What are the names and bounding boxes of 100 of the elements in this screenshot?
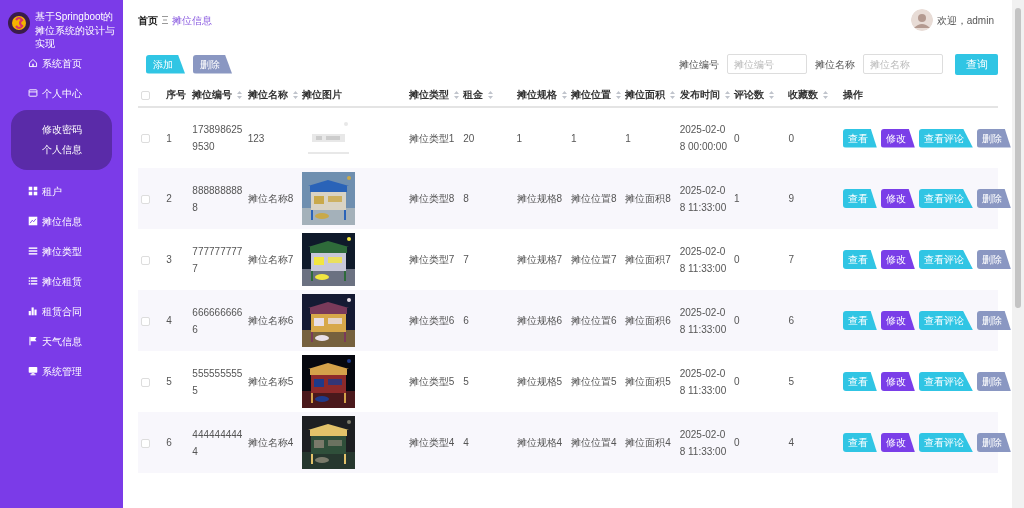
table-cell: 8888888888 — [192, 184, 243, 213]
edit-button[interactable]: 修改 — [880, 189, 915, 208]
table-cell: 1 — [734, 193, 740, 204]
scrollbar[interactable] — [1012, 0, 1024, 508]
table-cell: 1 — [570, 132, 577, 144]
edit-button[interactable]: 修改 — [880, 433, 915, 452]
table-cell: 2025-02-08 00:00:00 — [679, 124, 727, 152]
checkbox[interactable] — [141, 194, 150, 204]
checkbox[interactable] — [141, 438, 150, 448]
column-header[interactable]: 租金 — [463, 89, 484, 100]
checkbox[interactable] — [141, 255, 150, 265]
table-cell: 5 — [463, 376, 469, 387]
sidebar-item[interactable]: 租赁合同 — [0, 296, 123, 326]
sidebar-item[interactable]: 租户 — [0, 176, 123, 206]
table-cell: 1 — [516, 132, 523, 144]
table-cell: 0 — [788, 132, 794, 144]
table-cell: 5555555555 — [192, 367, 243, 396]
sort-icon[interactable] — [237, 91, 243, 100]
sort-icon[interactable] — [453, 91, 459, 100]
delete-button[interactable]: 删除 — [976, 189, 1011, 208]
table-cell: 摊位名称8 — [247, 193, 294, 204]
search-field[interactable]: 摊位编号 — [727, 54, 807, 74]
table-cell: 摊位类型5 — [408, 376, 455, 387]
sort-icon[interactable] — [561, 91, 567, 100]
delete-button[interactable]: 删除 — [976, 250, 1011, 269]
column-header[interactable]: 评论数 — [734, 89, 765, 100]
checkbox[interactable] — [141, 134, 150, 144]
table-cell: 4 — [788, 437, 794, 448]
column-header[interactable]: 摊位类型 — [408, 89, 449, 100]
column-header[interactable]: 发布时间 — [679, 89, 720, 100]
table-cell: 2025-02-08 11:33:00 — [679, 306, 727, 335]
sort-icon[interactable] — [769, 91, 775, 100]
list-icon — [28, 246, 38, 256]
table-cell: 摊位规格4 — [516, 437, 563, 448]
table-cell: 摊位规格5 — [516, 376, 563, 387]
field-label: 摊位编号 — [679, 57, 719, 72]
sidebar-item[interactable]: 摊位类型 — [0, 236, 123, 266]
delete-button[interactable]: 删除 — [193, 54, 232, 74]
sidebar-item[interactable]: 天气信息 — [0, 326, 123, 356]
table-cell: 摊位面积5 — [625, 376, 671, 387]
sort-icon[interactable] — [724, 91, 730, 100]
sort-icon[interactable] — [823, 91, 829, 100]
home-icon — [28, 58, 38, 68]
table-cell: 摊位类型1 — [408, 132, 455, 144]
delete-button[interactable]: 删除 — [976, 433, 1011, 452]
column-header[interactable]: 摊位位置 — [570, 89, 611, 100]
sort-icon[interactable] — [292, 91, 298, 100]
checkbox[interactable] — [141, 316, 150, 326]
column-header[interactable]: 摊位编号 — [192, 89, 233, 100]
table-cell: 摊位类型6 — [408, 315, 455, 326]
table-cell: 摊位规格6 — [516, 315, 563, 326]
edit-button[interactable]: 修改 — [880, 128, 915, 148]
card-icon — [28, 88, 38, 98]
sidebar-item[interactable]: 系统首页 — [0, 48, 123, 78]
submenu-item[interactable]: 个人信息 — [11, 140, 112, 160]
delete-button[interactable]: 删除 — [976, 311, 1011, 330]
table-cell: 摊位面积8 — [625, 193, 671, 204]
grid-icon — [28, 186, 38, 196]
table-cell: 20 — [463, 132, 475, 144]
column-header[interactable]: 收藏数 — [788, 89, 819, 100]
table-cell: 摊位位置8 — [570, 193, 617, 204]
table-cell: 2025-02-08 11:33:00 — [679, 245, 727, 274]
breadcrumb-link[interactable]: 首页 — [138, 12, 158, 28]
column-header[interactable]: 操作 — [842, 89, 863, 100]
table-cell: 3 — [166, 254, 172, 265]
sort-icon[interactable] — [488, 91, 494, 100]
submenu-item[interactable]: 修改密码 — [11, 120, 112, 140]
edit-button[interactable]: 修改 — [880, 311, 915, 330]
sidebar-item[interactable]: 摊位信息 — [0, 206, 123, 236]
table-cell: 摊位位置7 — [570, 254, 617, 265]
checkbox[interactable] — [141, 90, 150, 100]
column-header[interactable]: 摊位规格 — [516, 89, 557, 100]
edit-button[interactable]: 修改 — [880, 372, 915, 391]
sidebar-item[interactable]: 摊位租赁 — [0, 266, 123, 296]
table-cell: 摊位名称7 — [247, 254, 294, 265]
avatar[interactable] — [910, 9, 933, 31]
sort-icon[interactable] — [615, 91, 621, 100]
table-cell: 8 — [463, 193, 469, 204]
column-header[interactable]: 摊位图片 — [302, 89, 343, 100]
delete-button[interactable]: 删除 — [976, 128, 1011, 148]
table-cell: 6 — [166, 437, 172, 448]
checkbox[interactable] — [141, 377, 150, 387]
sort-icon[interactable] — [670, 91, 676, 100]
field-label: 摊位名称 — [815, 57, 855, 72]
search-field[interactable]: 摊位名称 — [863, 54, 943, 74]
table-cell: 摊位位置6 — [570, 315, 617, 326]
breadcrumb-link[interactable]: 摊位信息 — [172, 12, 212, 28]
table-cell: 7777777777 — [192, 245, 243, 274]
column-header[interactable]: 摊位名称 — [247, 89, 288, 100]
delete-button[interactable]: 删除 — [976, 372, 1011, 391]
column-header[interactable]: 摊位面积 — [625, 89, 666, 100]
table-cell: 摊位类型8 — [408, 193, 455, 204]
table-cell: 摊位面积7 — [625, 254, 671, 265]
sidebar-item[interactable]: 系统管理 — [0, 356, 123, 386]
table-cell: 2025-02-08 11:33:00 — [679, 184, 727, 213]
sidebar-item[interactable]: 个人中心 — [0, 78, 123, 108]
table-cell: 摊位名称5 — [247, 376, 294, 387]
welcome-text: 欢迎，admin — [936, 13, 994, 28]
column-header[interactable]: 序号 — [166, 89, 187, 100]
edit-button[interactable]: 修改 — [880, 250, 915, 269]
